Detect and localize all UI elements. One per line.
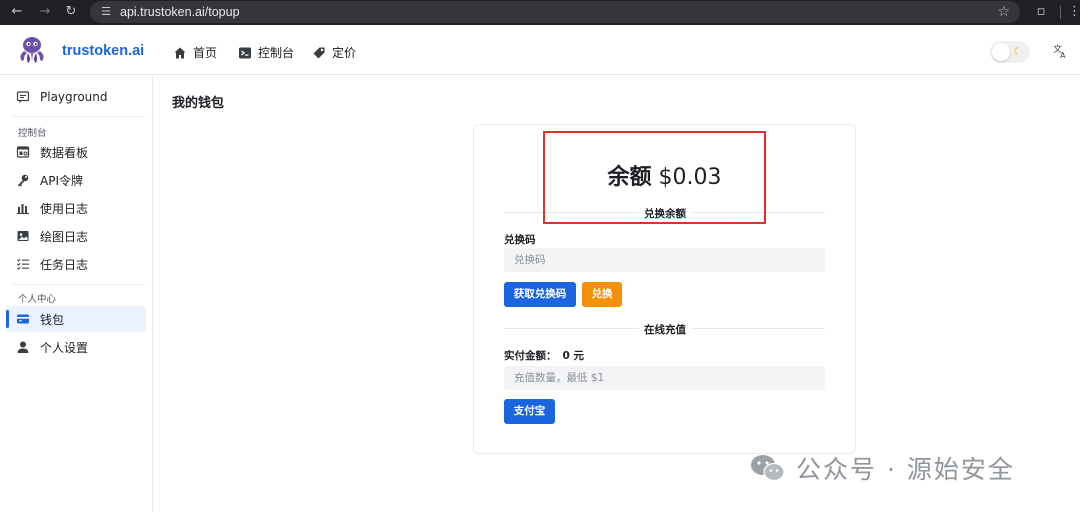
sidebar-section-console: 控制台 bbox=[18, 128, 47, 139]
chat-icon bbox=[16, 91, 30, 103]
sidebar-item-label: Playground bbox=[40, 90, 108, 104]
sidebar-item-task-log[interactable]: 任务日志 bbox=[6, 251, 146, 277]
nav-pricing-label: 定价 bbox=[332, 46, 357, 60]
key-icon bbox=[17, 174, 29, 187]
home-icon bbox=[174, 47, 186, 58]
back-arrow-icon[interactable]: ← bbox=[8, 3, 26, 21]
divider-line-right bbox=[692, 328, 825, 329]
highlight-annotation bbox=[543, 131, 766, 224]
toolbar-separator bbox=[1060, 6, 1061, 19]
sidebar-item-label: 数据看板 bbox=[40, 145, 89, 160]
site-settings-icon[interactable]: ☰ bbox=[98, 4, 114, 20]
nav-home[interactable]: 首页 bbox=[173, 44, 217, 61]
extensions-icon[interactable]: ▫ bbox=[1032, 3, 1050, 21]
task-list-icon bbox=[17, 258, 29, 270]
page-title: 我的钱包 bbox=[172, 96, 225, 111]
user-icon bbox=[17, 341, 29, 353]
sidebar-item-label: 使用日志 bbox=[40, 201, 89, 216]
amount-value: 0 元 bbox=[562, 350, 584, 362]
translate-icon[interactable]: 文A bbox=[1053, 43, 1069, 59]
alipay-button[interactable]: 支付宝 bbox=[504, 399, 555, 424]
sidebar-item-playground[interactable]: Playground bbox=[6, 84, 146, 110]
redeem-code-label: 兑换码 bbox=[504, 234, 536, 246]
sidebar-item-wallet[interactable]: 钱包 bbox=[6, 306, 146, 332]
address-bar[interactable]: ☰ api.trustoken.ai/topup ☆ bbox=[90, 1, 1020, 23]
sidebar-item-settings[interactable]: 个人设置 bbox=[6, 334, 146, 360]
watermark: 公众号 · 源始安全 bbox=[750, 450, 1015, 486]
bar-chart-icon bbox=[17, 204, 29, 214]
amount-label: 实付金额： bbox=[504, 350, 557, 362]
menu-icon[interactable]: ⋮ bbox=[1068, 3, 1080, 21]
sidebar-divider bbox=[12, 284, 146, 285]
sidebar-divider bbox=[12, 116, 146, 117]
online-topup-divider: 在线充值 bbox=[504, 322, 825, 336]
amount-label-row: 实付金额： 0 元 bbox=[504, 348, 584, 363]
sidebar-item-label: 钱包 bbox=[40, 312, 65, 327]
sidebar-item-dashboard[interactable]: 数据看板 bbox=[6, 139, 146, 165]
forward-arrow-icon[interactable]: → bbox=[36, 3, 54, 21]
dashboard-icon bbox=[16, 146, 30, 158]
topup-quantity-input[interactable]: 充值数量，最低 $1 bbox=[504, 366, 825, 390]
redeem-code-input[interactable]: 兑换码 bbox=[504, 248, 825, 272]
bookmark-star-icon[interactable]: ☆ bbox=[997, 3, 1010, 21]
nav-home-label: 首页 bbox=[193, 46, 218, 60]
app-header: trustoken.ai 首页 控制台 定价 ☾ 文A bbox=[0, 25, 1080, 75]
wechat-logo-icon bbox=[751, 455, 785, 482]
online-topup-title: 在线充值 bbox=[644, 324, 686, 336]
image-icon bbox=[17, 231, 29, 241]
svg-text:A: A bbox=[1060, 51, 1066, 59]
moon-icon: ☾ bbox=[1013, 45, 1023, 58]
sidebar-item-api-token[interactable]: API令牌 bbox=[6, 167, 146, 193]
terminal-icon bbox=[239, 47, 251, 58]
nav-console[interactable]: 控制台 bbox=[238, 44, 294, 61]
sidebar-item-label: API令牌 bbox=[40, 173, 83, 188]
octopus-logo-icon[interactable] bbox=[16, 35, 48, 65]
watermark-text: 公众号 · 源始安全 bbox=[796, 455, 1015, 484]
url-text[interactable]: api.trustoken.ai/topup bbox=[120, 4, 240, 20]
reload-icon[interactable]: ↻ bbox=[62, 3, 80, 21]
wallet-icon bbox=[17, 314, 29, 324]
sidebar: Playground 控制台 数据看板 API令牌 使用日志 绘图日志 任务日志… bbox=[0, 76, 153, 512]
browser-toolbar: ← → ↻ ☰ api.trustoken.ai/topup ☆ ▫ ⋮ bbox=[0, 0, 1080, 25]
toggle-knob bbox=[992, 43, 1010, 61]
sidebar-item-label: 个人设置 bbox=[40, 340, 89, 355]
redeem-button[interactable]: 兑换 bbox=[582, 282, 622, 307]
sidebar-item-label: 绘图日志 bbox=[40, 229, 89, 244]
sidebar-item-usage-log[interactable]: 使用日志 bbox=[6, 195, 146, 221]
nav-pricing[interactable]: 定价 bbox=[312, 44, 356, 61]
nav-console-label: 控制台 bbox=[258, 46, 295, 60]
sidebar-item-label: 任务日志 bbox=[40, 257, 89, 272]
tag-icon bbox=[313, 47, 325, 58]
brand-name[interactable]: trustoken.ai bbox=[62, 43, 144, 59]
divider-line-left bbox=[504, 328, 639, 329]
get-redeem-code-button[interactable]: 获取兑换码 bbox=[504, 282, 576, 307]
theme-toggle[interactable]: ☾ bbox=[990, 41, 1030, 63]
sidebar-item-drawing-log[interactable]: 绘图日志 bbox=[6, 223, 146, 249]
sidebar-section-personal: 个人中心 bbox=[18, 294, 57, 305]
